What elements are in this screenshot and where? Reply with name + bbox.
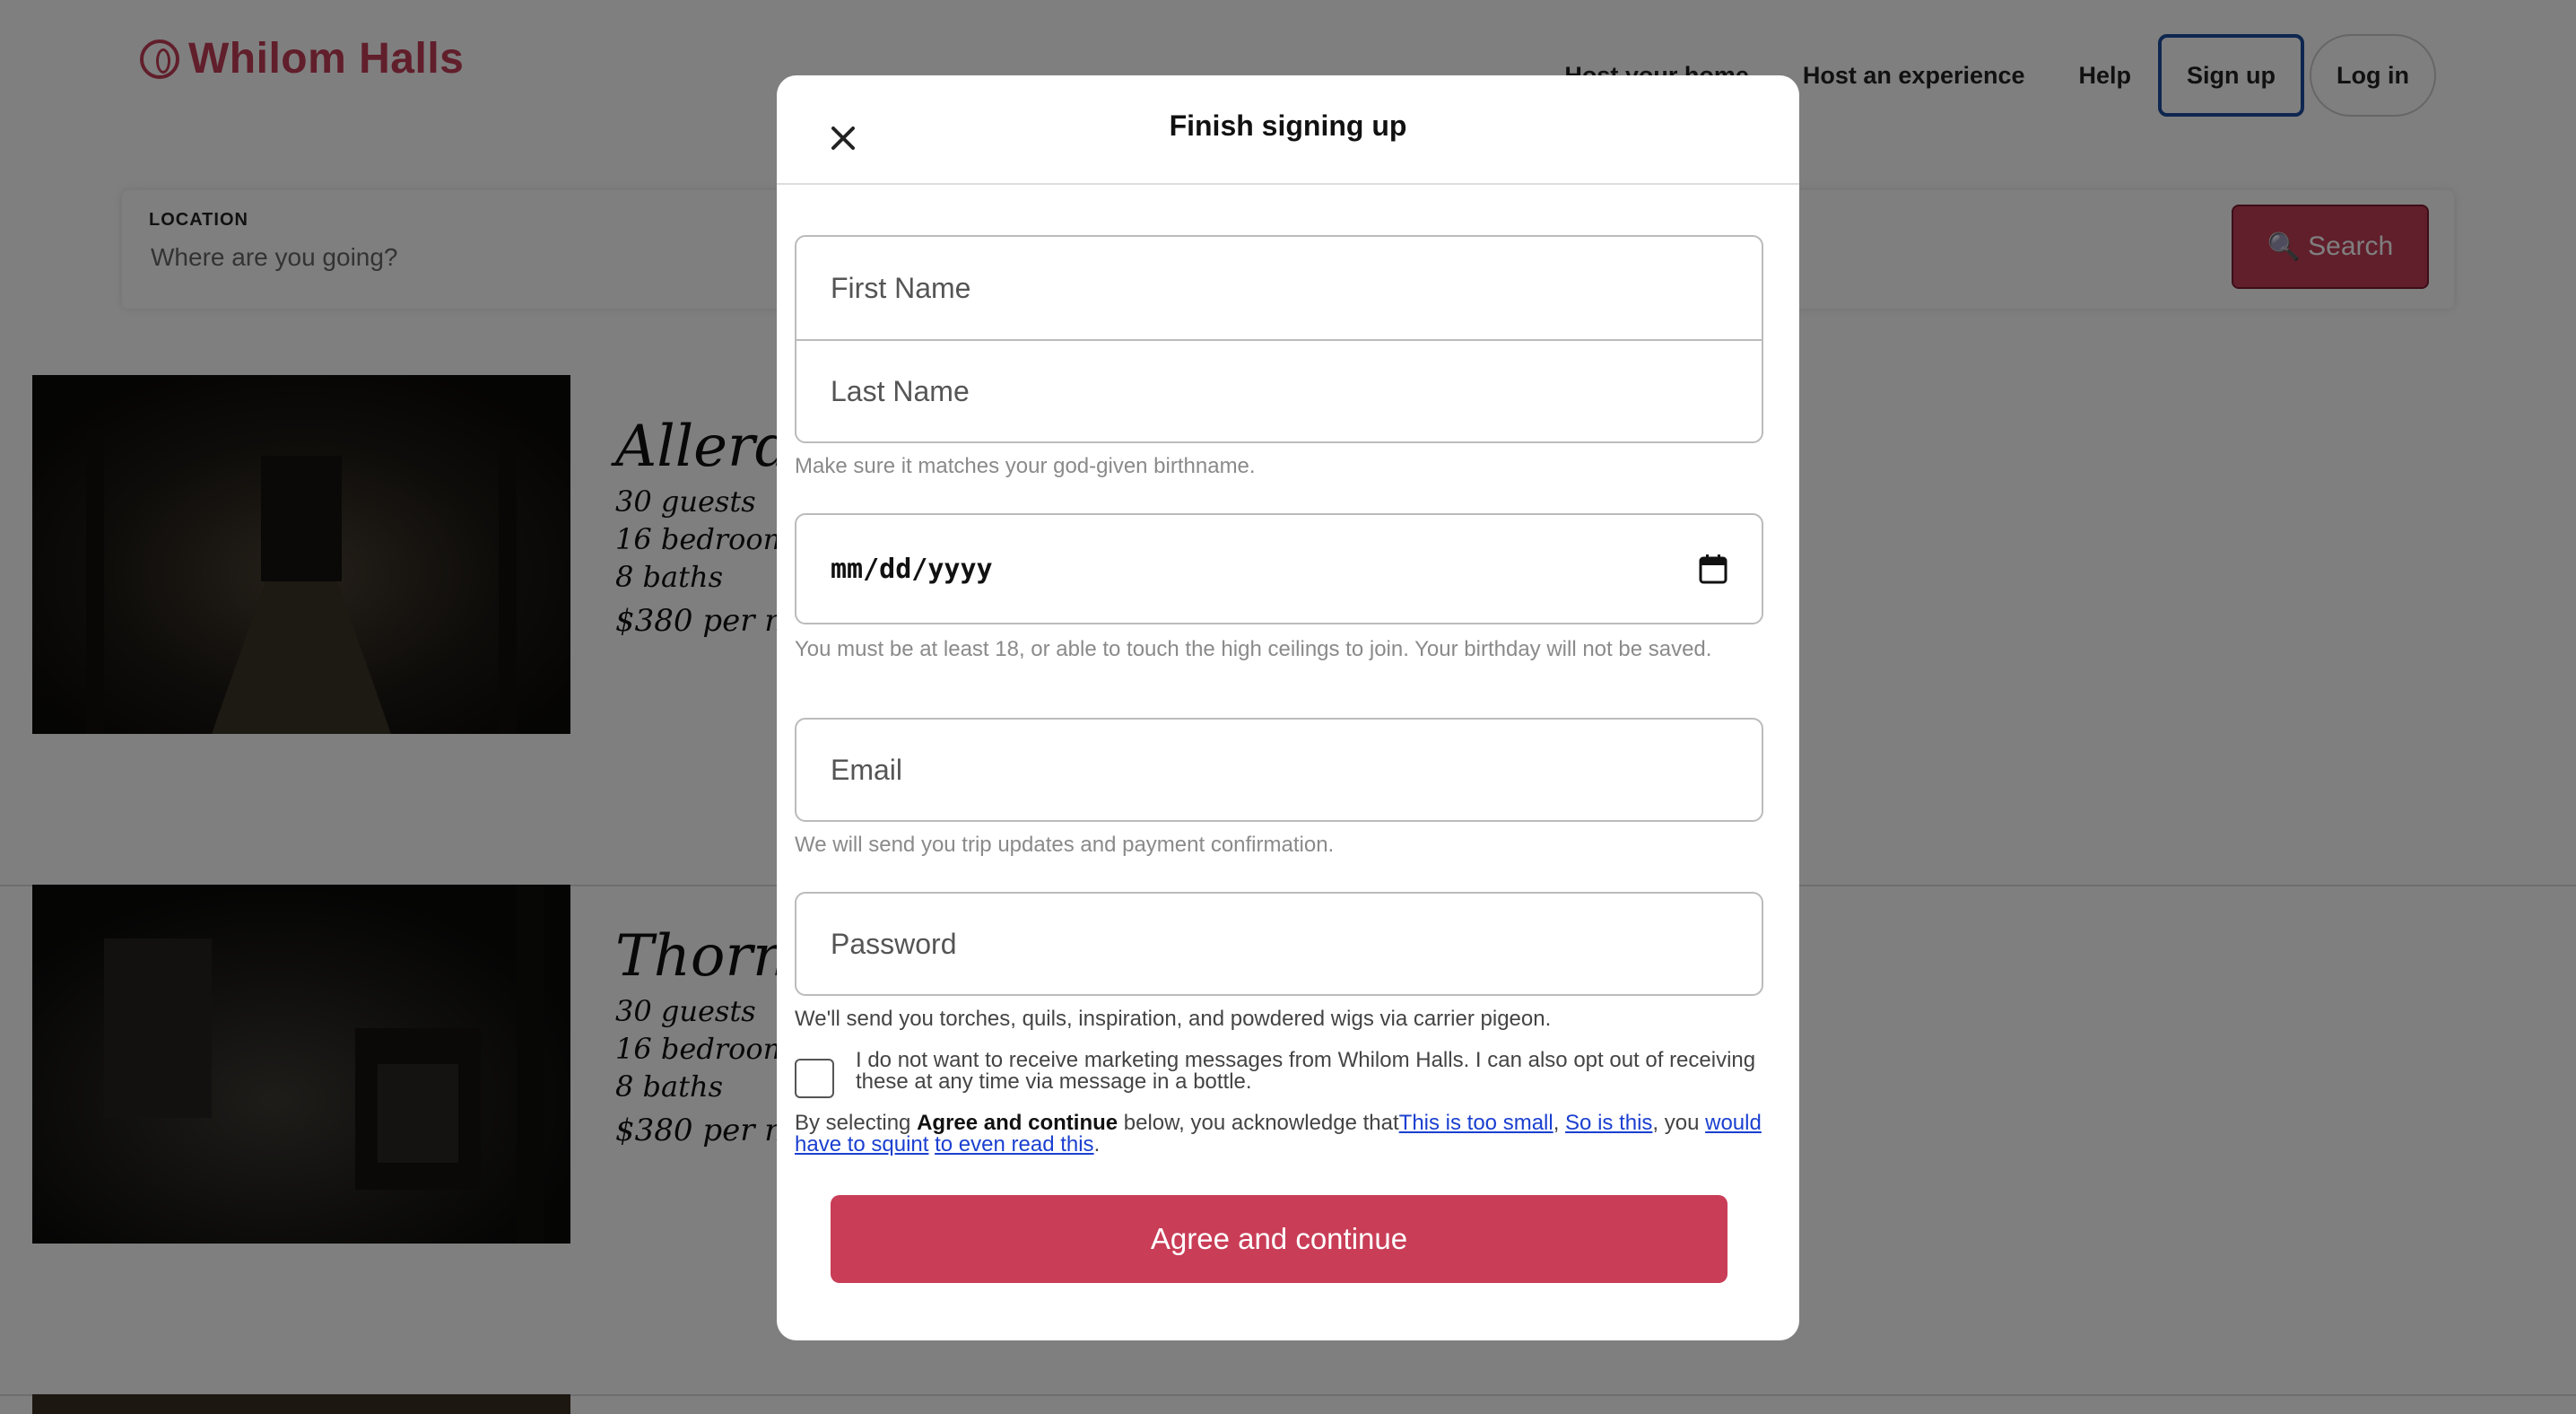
legal-sep: , (1553, 1111, 1566, 1135)
email-field[interactable]: Email (795, 718, 1763, 822)
modal-header: Finish signing up (777, 75, 1799, 185)
birthday-placeholder: mm/dd/yyyy (831, 553, 993, 585)
name-field-group: First Name Last Name (795, 235, 1763, 443)
legal-mid: , you (1652, 1111, 1706, 1135)
password-field[interactable]: Password (795, 892, 1763, 996)
signup-modal: Finish signing up First Name Last Name M… (777, 75, 1799, 1340)
password-hint: We'll send you torches, quils, inspirati… (795, 1007, 1552, 1031)
legal-link-1[interactable]: This is too small (1399, 1111, 1553, 1135)
email-hint: We will send you trip updates and paymen… (795, 833, 1335, 857)
birthday-field[interactable]: mm/dd/yyyy (795, 513, 1763, 624)
name-hint: Make sure it matches your god-given birt… (795, 454, 1256, 478)
modal-title: Finish signing up (1169, 109, 1407, 142)
legal-link-4[interactable]: to even read this (935, 1132, 1093, 1157)
legal-end: . (1093, 1132, 1101, 1157)
last-name-field[interactable]: Last Name (796, 339, 1762, 441)
legal-text: By selecting Agree and continue below, y… (795, 1113, 1763, 1156)
marketing-opt-out-label: I do not want to receive marketing messa… (856, 1048, 1756, 1094)
marketing-opt-out-checkbox[interactable] (795, 1059, 834, 1098)
legal-prefix: By selecting (795, 1111, 918, 1135)
legal-bold: Agree and continue (917, 1111, 1118, 1135)
legal-middle: below, you acknowledge that (1118, 1111, 1399, 1135)
birthday-hint: You must be at least 18, or able to touc… (795, 637, 1712, 661)
calendar-icon[interactable] (1699, 554, 1727, 584)
legal-link-2[interactable]: So is this (1565, 1111, 1652, 1135)
first-name-field[interactable]: First Name (796, 237, 1762, 339)
agree-and-continue-button[interactable]: Agree and continue (831, 1195, 1727, 1283)
